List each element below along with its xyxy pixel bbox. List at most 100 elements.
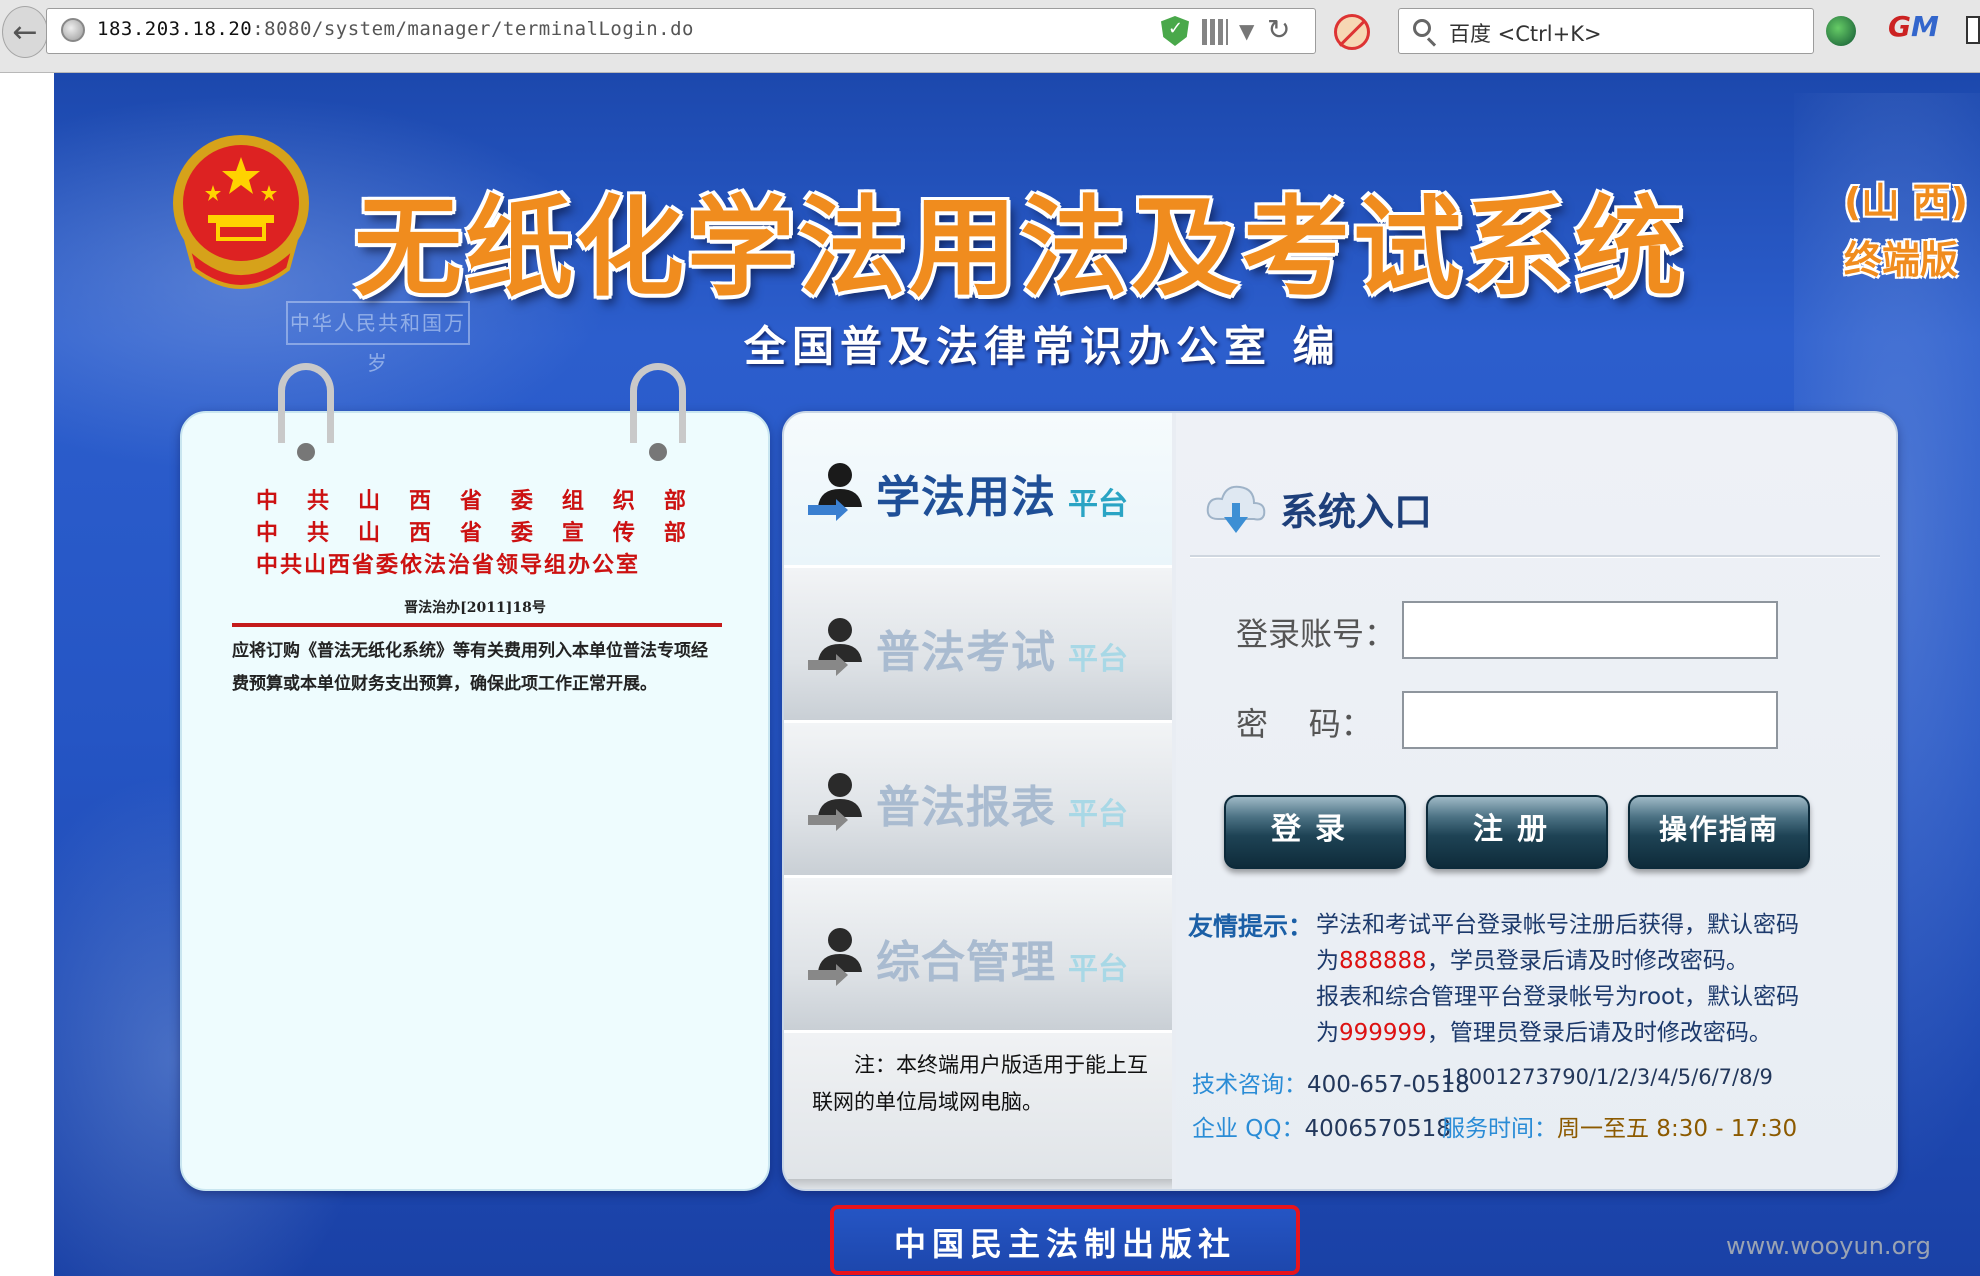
search-placeholder: 百度 <Ctrl+K> xyxy=(1449,22,1602,46)
chevron-down-icon[interactable]: ▼ xyxy=(1239,19,1254,43)
url-text[interactable]: 183.203.18.20:8080/system/manager/termin… xyxy=(97,18,694,40)
issuer-char: 中 xyxy=(256,488,279,514)
block-script-icon[interactable] xyxy=(1334,14,1370,50)
issuer-char: 西 xyxy=(408,488,431,514)
login-form: 系统入口 登录账号： 密 码： 登录 注册 操作指南 友情提示： 学法和考试平台… xyxy=(1176,413,1896,1189)
service-hours: 服务时间：周一至五 8:30 - 17:30 xyxy=(1442,1116,1798,1142)
tab-label: 综合管理 xyxy=(876,937,1056,988)
tab-study-platform[interactable]: 学法用法 平台 xyxy=(784,413,1172,568)
tip-line: 报表和综合管理平台登录帐号为root，默认密码 xyxy=(1316,984,1800,1010)
user-login-icon xyxy=(808,928,862,986)
system-entry-title: 系统入口 xyxy=(1280,490,1433,534)
issuer-char: 部 xyxy=(663,520,686,546)
user-login-icon xyxy=(808,773,862,831)
issuer-char: 共 xyxy=(306,488,329,514)
tab-report-platform[interactable]: 普法报表 平台 xyxy=(784,723,1172,878)
globe-icon xyxy=(61,18,85,42)
binder-ring-icon xyxy=(278,363,334,461)
watermark: www.wooyun.org xyxy=(1726,1232,1931,1260)
address-bar[interactable]: 183.203.18.20:8080/system/manager/termin… xyxy=(46,8,1316,54)
extension-icon[interactable] xyxy=(1966,16,1980,44)
system-title: 无纸化学法用法及考试系统 xyxy=(354,186,1687,311)
binder-ring-icon xyxy=(630,363,686,461)
login-page: 中华人民共和国万岁 无纸化学法用法及考试系统 (山 西) 终端版 全国普及法律常… xyxy=(54,73,1980,1276)
region-label: (山 西) xyxy=(1844,180,1968,224)
issuer-char: 委 xyxy=(510,488,533,514)
issuer-list: 中共山西省委组织部 中共山西省委宣传部 中共山西省委依法治省领导组办公室 xyxy=(256,485,686,581)
editor-subtitle: 全国普及法律常识办公室 编 xyxy=(744,322,1341,371)
issuer-char: 部 xyxy=(663,488,686,514)
issuer-char: 西 xyxy=(408,520,431,546)
user-login-icon xyxy=(808,463,862,521)
notice-body: 应将订购《普法无纸化系统》等有关费用列入本单位普法专项经费预算或本单位财务支出预… xyxy=(232,641,708,694)
back-arrow-icon[interactable]: ← xyxy=(2,6,48,58)
account-label: 登录账号： xyxy=(1236,615,1397,653)
mobile-numbers: 18001273790/1/2/3/4/5/6/7/8/9 xyxy=(1442,1065,1773,1089)
password-label: 密 码： xyxy=(1236,705,1373,743)
account-input[interactable] xyxy=(1402,601,1778,659)
tip-heading: 友情提示： xyxy=(1188,912,1314,941)
national-emblem-icon xyxy=(173,135,309,289)
title-divider xyxy=(1190,555,1880,558)
terminal-edition-label: 终端版 xyxy=(1844,238,1959,282)
issuer-char: 中 xyxy=(256,520,279,546)
qq-number: 4006570518 xyxy=(1304,1116,1451,1142)
tab-label: 学法用法 xyxy=(876,472,1056,523)
tab-label: 普法考试 xyxy=(876,627,1056,678)
issuer-char: 省 xyxy=(459,520,482,546)
cloud-download-icon xyxy=(1206,485,1266,533)
green-extension-icon[interactable] xyxy=(1826,16,1856,46)
tip-line: 为888888，学员登录后请及时修改密码。 xyxy=(1316,948,1749,974)
qr-code-icon[interactable] xyxy=(1202,19,1228,45)
red-divider xyxy=(232,623,722,627)
browser-toolbar: ← 183.203.18.20:8080/system/manager/term… xyxy=(0,0,1980,73)
terminal-note: 注：本终端用户版适用于能上互联网的单位局域网电脑。 xyxy=(784,1033,1172,1189)
issuer-propaganda: 中共山西省委宣传部 xyxy=(256,517,686,549)
tip-line: 学法和考试平台登录帐号注册后获得，默认密码 xyxy=(1316,912,1799,938)
hours-value: 周一至五 8:30 - 17:30 xyxy=(1557,1116,1798,1142)
issuer-char: 省 xyxy=(459,488,482,514)
issuer-char: 山 xyxy=(357,520,380,546)
login-panel: 学法用法 平台 普法考试 平台 普法报表 平台 综合管理 平台 注：本终端用户版… xyxy=(782,411,1898,1191)
issuer-legal-office: 中共山西省委依法治省领导组办公室 xyxy=(256,552,641,578)
search-icon xyxy=(1413,19,1431,37)
password-input[interactable] xyxy=(1402,691,1778,749)
notice-card: 中共山西省委组织部 中共山西省委宣传部 中共山西省委依法治省领导组办公室 晋法治… xyxy=(180,363,770,1191)
tip-text: 学法和考试平台登录帐号注册后获得，默认密码 为888888，学员登录后请及时修改… xyxy=(1316,907,1876,1051)
publisher-name: 中国民主法制出版社 xyxy=(893,1225,1236,1263)
register-button[interactable]: 注册 xyxy=(1426,795,1608,869)
security-shield-icon[interactable] xyxy=(1161,16,1189,46)
platform-tabs: 学法用法 平台 普法考试 平台 普法报表 平台 综合管理 平台 注：本终端用户版… xyxy=(784,413,1172,1189)
tab-label: 普法报表 xyxy=(876,782,1056,833)
issuer-char: 宣 xyxy=(561,520,584,546)
greasemonkey-icon[interactable]: GM xyxy=(1888,10,1939,43)
tab-sub-label: 平台 xyxy=(1068,952,1128,987)
tab-admin-platform[interactable]: 综合管理 平台 xyxy=(784,878,1172,1033)
issuer-char: 共 xyxy=(306,520,329,546)
tab-sub-label: 平台 xyxy=(1068,797,1128,832)
enterprise-qq: 企业 QQ：4006570518 xyxy=(1192,1116,1451,1142)
guide-button[interactable]: 操作指南 xyxy=(1628,795,1810,869)
issuer-char: 委 xyxy=(510,520,533,546)
terminal-note-text: 注：本终端用户版适用于能上互联网的单位局域网电脑。 xyxy=(812,1053,1148,1114)
document-number: 晋法治办[2011]18号 xyxy=(404,600,546,616)
tab-sub-label: 平台 xyxy=(1068,487,1128,522)
issuer-char: 山 xyxy=(357,488,380,514)
user-login-icon xyxy=(808,618,862,676)
issuer-char: 组 xyxy=(561,488,584,514)
tip-line: 为999999，管理员登录后请及时修改密码。 xyxy=(1316,1020,1772,1046)
issuer-char: 传 xyxy=(612,520,635,546)
edition-label: (山 西) 终端版 xyxy=(1844,173,1968,289)
search-bar[interactable]: 百度 <Ctrl+K> xyxy=(1398,8,1814,54)
tab-sub-label: 平台 xyxy=(1068,642,1128,677)
issuer-organization: 中共山西省委组织部 xyxy=(256,485,686,517)
note-shadow xyxy=(784,1179,1172,1189)
default-admin-password: 999999 xyxy=(1339,1020,1427,1046)
publisher-highlight: 中国民主法制出版社 xyxy=(830,1205,1300,1275)
reload-icon[interactable]: ↻ xyxy=(1267,13,1290,46)
issuer-char: 织 xyxy=(612,488,635,514)
tech-support: 技术咨询：400-657-0518 xyxy=(1192,1072,1470,1098)
login-button[interactable]: 登录 xyxy=(1224,795,1406,869)
default-student-password: 888888 xyxy=(1339,948,1427,974)
tab-exam-platform[interactable]: 普法考试 平台 xyxy=(784,568,1172,723)
